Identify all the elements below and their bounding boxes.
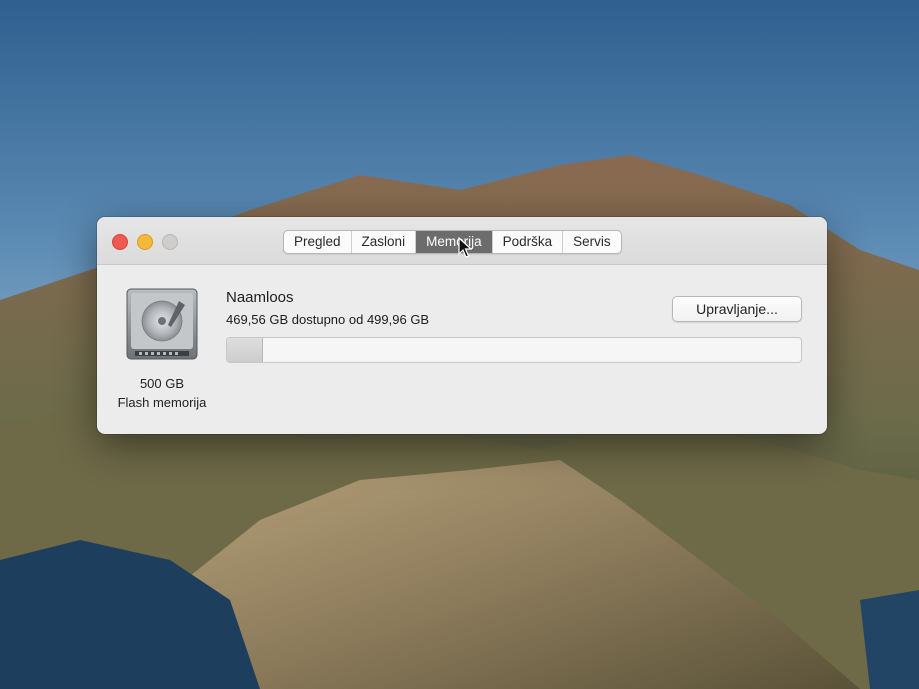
volume-name: Naamloos — [226, 289, 294, 306]
storage-panel: 500 GB Flash memorija Naamloos 469,56 GB… — [97, 265, 827, 434]
tab-podrska[interactable]: Podrška — [493, 231, 564, 253]
minimize-button[interactable] — [137, 234, 153, 250]
tab-pregled[interactable]: Pregled — [284, 231, 352, 253]
hard-drive-icon — [126, 288, 198, 360]
storage-usage-bar — [226, 337, 802, 363]
mouse-pointer-icon — [458, 237, 472, 258]
tab-bar: Pregled Zasloni Memorija Podrška Servis — [283, 230, 622, 254]
disk-size-label: 500 GB — [139, 376, 185, 391]
tab-zasloni[interactable]: Zasloni — [352, 231, 417, 253]
manage-button[interactable]: Upravljanje... — [672, 296, 802, 322]
desktop: Pregled Zasloni Memorija Podrška Servis — [0, 0, 919, 689]
disk-type-label: Flash memorija — [117, 395, 207, 410]
tab-servis[interactable]: Servis — [563, 231, 621, 253]
tab-memorija[interactable]: Memorija — [416, 231, 493, 253]
zoom-button[interactable] — [162, 234, 178, 250]
close-button[interactable] — [112, 234, 128, 250]
volume-availability: 469,56 GB dostupno od 499,96 GB — [226, 312, 430, 327]
storage-used-segment — [227, 338, 263, 362]
